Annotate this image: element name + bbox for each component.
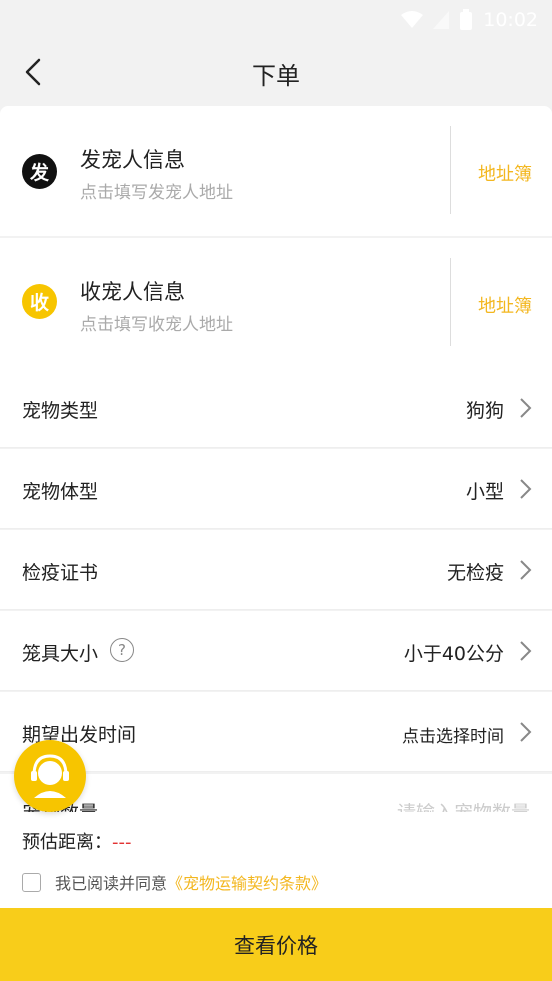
- receiver-title: 收宠人信息: [80, 280, 185, 304]
- chevron-right-icon: [520, 560, 532, 580]
- row-label: 宠物体型: [22, 481, 99, 503]
- row-pet-type[interactable]: 宠物类型 狗狗: [0, 368, 552, 448]
- row-value: 小型: [465, 481, 504, 503]
- row-value: 狗狗: [465, 400, 504, 422]
- page-title: 下单: [252, 62, 300, 90]
- chevron-right-icon: [520, 479, 532, 499]
- row-pet-size[interactable]: 宠物体型 小型: [0, 449, 552, 529]
- chevron-right-icon: [520, 641, 532, 661]
- row-cage-size[interactable]: 笼具大小 ? 小于40公分: [0, 611, 552, 691]
- receiver-badge: 收: [22, 284, 57, 319]
- agreement: 我已阅读并同意 《宠物运输契约条款》: [22, 870, 327, 894]
- sender-subtitle: 点击填写发宠人地址: [80, 183, 233, 203]
- sender-title: 发宠人信息: [80, 148, 185, 172]
- row-label: 检疫证书: [22, 562, 99, 584]
- divider: [450, 126, 451, 214]
- estimated-distance: 预估距离：---: [22, 828, 132, 854]
- status-time: 10:02: [483, 9, 538, 31]
- battery-icon: [460, 9, 473, 30]
- row-value: 无检疫: [446, 562, 504, 584]
- sender-info-card[interactable]: 发 发宠人信息 点击填写发宠人地址 地址簿: [0, 106, 552, 236]
- agreement-terms-link[interactable]: 《宠物运输契约条款》: [167, 870, 327, 894]
- receiver-info-card[interactable]: 收 收宠人信息 点击填写收宠人地址 地址簿: [0, 238, 552, 368]
- receiver-address-book-button[interactable]: 地址簿: [478, 292, 532, 318]
- distance-label: 预估距离：: [22, 832, 112, 853]
- help-question-icon[interactable]: ?: [110, 638, 134, 662]
- row-quarantine-certificate[interactable]: 检疫证书 无检疫: [0, 530, 552, 610]
- chevron-right-icon: [520, 722, 532, 742]
- customer-service-button[interactable]: [14, 740, 86, 812]
- nav-bar: 下单: [0, 40, 552, 104]
- row-label: 笼具大小: [22, 643, 99, 665]
- customer-service-icon: [31, 754, 69, 798]
- agree-checkbox[interactable]: [22, 872, 41, 892]
- distance-value: ---: [112, 832, 132, 853]
- row-value: 小于40公分: [403, 643, 504, 665]
- signal-icon: [433, 11, 450, 29]
- order-summary: 预估距离：--- 我已阅读并同意 《宠物运输契约条款》: [0, 812, 552, 908]
- sender-address-book-button[interactable]: 地址簿: [478, 160, 532, 186]
- wifi-icon: [401, 11, 424, 28]
- divider: [450, 258, 451, 346]
- check-price-button[interactable]: 查看价格: [0, 908, 552, 981]
- chevron-right-icon: [520, 398, 532, 418]
- status-bar: 10:02: [0, 0, 552, 40]
- row-label: 宠物类型: [22, 400, 99, 422]
- sender-badge: 发: [22, 154, 57, 189]
- row-value: 点击选择时间: [402, 727, 504, 747]
- receiver-subtitle: 点击填写收宠人地址: [80, 315, 233, 335]
- agree-text: 我已阅读并同意: [55, 874, 168, 893]
